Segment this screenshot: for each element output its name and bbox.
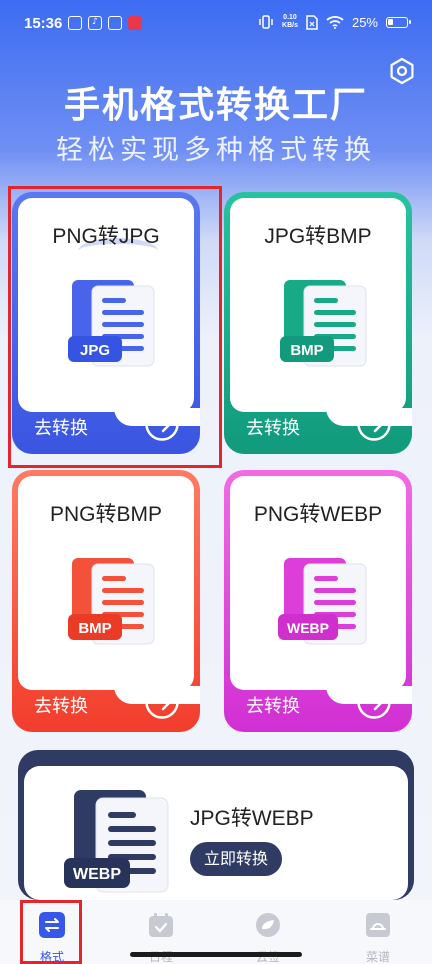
battery-icon (386, 16, 411, 28)
nav-item-recipe[interactable]: 菜谱 (348, 912, 408, 964)
card-title: PNG转WEBP (253, 503, 383, 526)
app-subtitle: 轻松实现多种格式转换 (56, 135, 376, 166)
card-body: PNG转WEBP WEBP (230, 476, 412, 704)
cloud-icon (256, 913, 280, 937)
card-body: WEBP JPG转WEBP 立即转换 (24, 766, 408, 900)
bmp-file-icon: BMP (68, 558, 155, 645)
app-notification-icon (108, 16, 122, 30)
home-indicator[interactable] (130, 952, 302, 957)
file-badge: BMP (78, 620, 111, 637)
webp-file-icon: WEBP (64, 790, 169, 893)
convert-now-button[interactable]: 立即转换 (190, 842, 282, 876)
status-indicators: 0.10 KB/s 25% (258, 14, 411, 30)
arrow-right-circle-icon[interactable] (356, 684, 392, 720)
convert-link[interactable]: 去转换 (246, 414, 300, 440)
nav-label: 菜谱 (365, 950, 390, 964)
convert-link[interactable]: 去转换 (34, 692, 88, 718)
app-notification-icon (128, 16, 142, 30)
net-speed: 0.10 KB/s (282, 14, 298, 29)
bmp-file-icon: BMP (280, 280, 367, 367)
card-title: JPG转WEBP (190, 807, 314, 830)
file-badge: BMP (290, 342, 323, 359)
card-title: PNG转BMP (49, 503, 162, 526)
vibrate-icon (259, 15, 273, 29)
selection-highlight (8, 186, 222, 468)
app-title: 手机格式转换工厂 (63, 85, 368, 126)
card-title: JPG转BMP (264, 225, 372, 248)
convert-link[interactable]: 去转换 (246, 692, 300, 718)
arrow-right-circle-icon[interactable] (144, 684, 180, 720)
battery-percent: 25% (351, 14, 378, 30)
recipe-icon (366, 913, 390, 937)
card-body: JPG转BMP BMP (230, 198, 412, 426)
calendar-icon (149, 913, 173, 937)
card-body: PNG转BMP BMP (18, 476, 200, 704)
selection-highlight (20, 900, 82, 964)
jpg-to-bmp-card[interactable]: JPG转BMP BMP 去转换 (224, 192, 412, 454)
app-notification-icon (68, 16, 82, 30)
sim-icon (306, 14, 318, 30)
status-bar: 15:36 ♪ 0.10 KB/s 25% (0, 0, 432, 48)
status-time: 15:36 (24, 15, 63, 32)
jpg-to-webp-card[interactable]: WEBP JPG转WEBP 立即转换 (18, 750, 414, 900)
wifi-icon (326, 16, 344, 29)
arrow-right-circle-icon[interactable] (356, 406, 392, 442)
file-badge: WEBP (287, 620, 329, 636)
tiktok-icon: ♪ (88, 16, 102, 30)
webp-file-icon: WEBP (278, 558, 367, 645)
file-badge: WEBP (73, 866, 121, 883)
png-to-bmp-card[interactable]: PNG转BMP BMP 去转换 (12, 470, 200, 732)
png-to-webp-card[interactable]: PNG转WEBP WEBP 去转换 (224, 470, 412, 732)
status-app-icons: ♪ (68, 16, 142, 30)
